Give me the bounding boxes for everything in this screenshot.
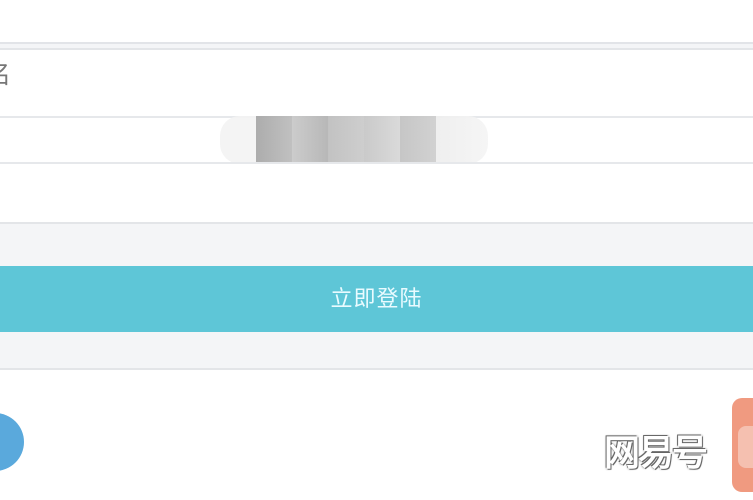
username-label: 名 bbox=[0, 62, 11, 87]
watermark-logo: 网易号 bbox=[604, 433, 708, 474]
login-form-card: 名 bbox=[0, 48, 753, 224]
login-now-label: 立即登陆 bbox=[330, 287, 423, 312]
top-input-field[interactable] bbox=[0, 0, 753, 44]
decorative-corner-shape bbox=[732, 398, 753, 492]
masked-account-value bbox=[220, 116, 488, 164]
decorative-corner-shape-inner bbox=[738, 426, 753, 468]
password-field[interactable] bbox=[0, 164, 753, 222]
login-page: 名 立即登陆 网易号 bbox=[0, 0, 753, 500]
login-now-button[interactable]: 立即登陆 bbox=[0, 266, 753, 332]
